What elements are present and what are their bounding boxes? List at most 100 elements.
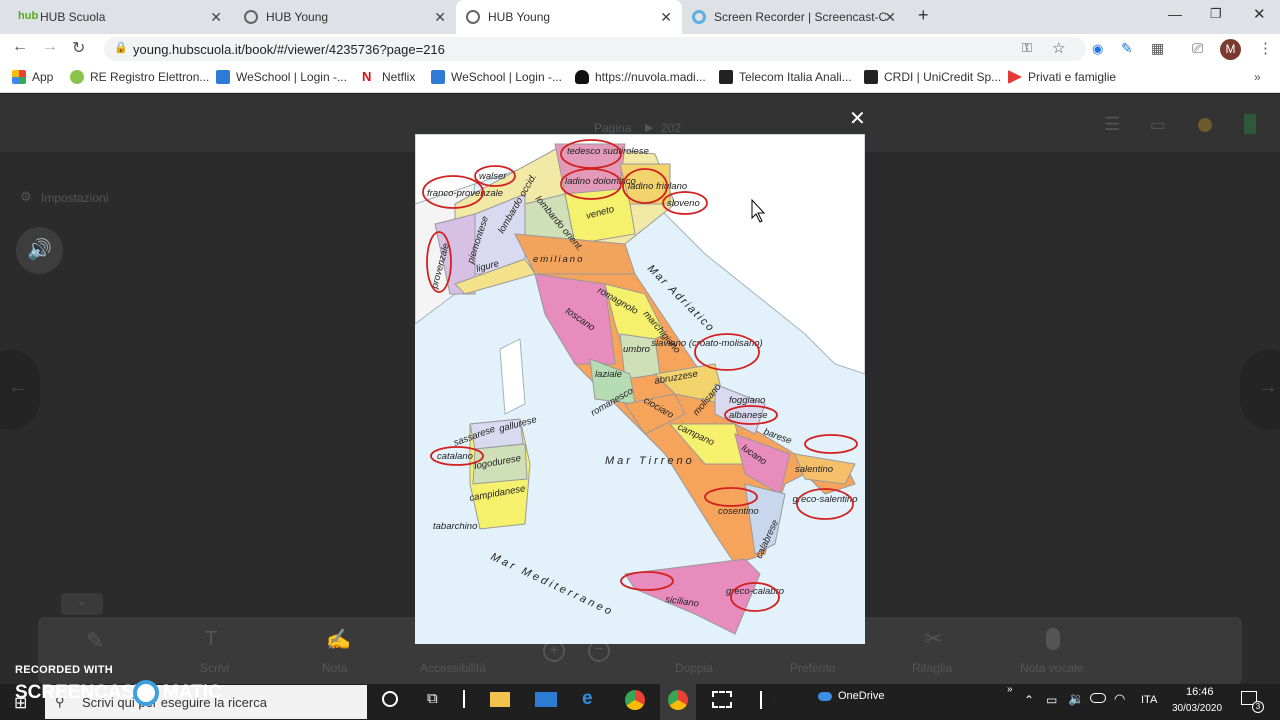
- star-icon[interactable]: ☆: [1052, 39, 1065, 57]
- chrome-active-button[interactable]: [660, 684, 696, 720]
- close-modal-icon[interactable]: ✕: [849, 106, 866, 131]
- desktop-toolbar[interactable]: Desktop: [772, 694, 816, 708]
- settings-gear-icon[interactable]: ⚙: [20, 189, 32, 205]
- close-tab-icon[interactable]: ✕: [660, 9, 672, 26]
- badge-icon[interactable]: [1198, 118, 1212, 132]
- forward-icon[interactable]: →: [42, 38, 58, 56]
- close-tab-icon[interactable]: ✕: [210, 9, 222, 26]
- mail-icon[interactable]: [535, 692, 557, 707]
- prev-page-button[interactable]: ←: [0, 350, 40, 430]
- task-view-icon[interactable]: ⧉: [427, 690, 438, 707]
- dialect-label: ladino friulano: [628, 181, 687, 192]
- internet-explorer-icon[interactable]: e: [582, 688, 593, 710]
- show-hidden-icons[interactable]: ⌃: [1024, 693, 1034, 707]
- video-icon[interactable]: ▭: [1150, 115, 1165, 135]
- restore-icon[interactable]: ❐: [1210, 6, 1222, 22]
- dialect-label: catalano: [437, 451, 473, 462]
- settings-label[interactable]: Impostazioni: [41, 191, 108, 205]
- dialect-label: laziale: [595, 369, 622, 380]
- language-indicator[interactable]: ITA: [1141, 694, 1157, 706]
- cortana-icon[interactable]: [382, 691, 398, 707]
- close-tab-icon[interactable]: ✕: [434, 9, 446, 26]
- more-bookmarks-icon[interactable]: »: [1254, 70, 1261, 84]
- bookmark-privati[interactable]: Privati e famiglie: [1008, 70, 1116, 84]
- dialect-label: greco-calabro: [726, 586, 784, 597]
- bookmark-weschool-1[interactable]: WeSchool | Login -...: [216, 70, 347, 84]
- scissors-icon[interactable]: ✂: [924, 626, 942, 652]
- extensions-icon[interactable]: ▦: [1151, 40, 1164, 57]
- chrome-icon[interactable]: [625, 690, 645, 710]
- new-tab-icon[interactable]: +: [918, 5, 929, 26]
- volume-icon[interactable]: 🔉: [1068, 691, 1084, 707]
- bookmark-netflix[interactable]: N Netflix: [362, 69, 415, 85]
- book-icon[interactable]: [1244, 114, 1256, 134]
- snip-icon[interactable]: [712, 691, 732, 708]
- netflix-icon: N: [362, 69, 372, 84]
- tab-screencast[interactable]: Screen Recorder | Screencast-O-M ✕: [682, 0, 906, 34]
- back-icon[interactable]: ←: [12, 38, 28, 56]
- sea-label-tyrrhenian: Mar Tirreno: [605, 455, 695, 467]
- bookmark-registro[interactable]: RE Registro Elettron...: [70, 70, 209, 84]
- double-page-label[interactable]: Doppia: [675, 661, 713, 675]
- clock-date[interactable]: 30/03/2020: [1172, 703, 1222, 714]
- bookmark-nuvola[interactable]: https://nuvola.madi...: [575, 70, 706, 84]
- list-icon[interactable]: ☰: [1104, 114, 1120, 135]
- write-label[interactable]: Scrivi: [200, 661, 229, 675]
- extension-icon[interactable]: ◉: [1092, 41, 1103, 57]
- bookmark-telecom[interactable]: Telecom Italia Anali...: [719, 70, 852, 84]
- url-text: young.hubscuola.it/book/#/viewer/4235736…: [133, 42, 445, 57]
- voice-note-label[interactable]: Nota vocale: [1020, 661, 1083, 675]
- dialect-label: foggiano: [729, 395, 765, 406]
- globe-icon: [244, 10, 258, 24]
- inv-icon: [719, 70, 733, 84]
- note-icon[interactable]: ✍: [326, 627, 351, 652]
- overflow-icon[interactable]: »: [1007, 684, 1013, 695]
- profile-avatar[interactable]: M: [1220, 39, 1241, 60]
- recorder-watermark-line1: RECORDED WITH: [15, 664, 114, 676]
- bookmark-apps[interactable]: App: [12, 70, 53, 84]
- onedrive-label[interactable]: OneDrive: [838, 690, 884, 702]
- tab-hub-scuola[interactable]: hub HUB Scuola ✕: [8, 0, 232, 34]
- cloud-sync-icon[interactable]: [1090, 693, 1106, 703]
- bookmark-weschool-2[interactable]: WeSchool | Login -...: [431, 70, 562, 84]
- apps-grid-icon: [12, 70, 26, 84]
- close-tab-icon[interactable]: ✕: [884, 9, 896, 26]
- bookmark-label: App: [32, 70, 54, 84]
- write-icon[interactable]: T: [205, 628, 217, 651]
- pen-extension-icon[interactable]: ✎: [1121, 40, 1133, 57]
- wifi-icon[interactable]: ◠: [1114, 691, 1125, 707]
- minimize-icon[interactable]: —: [1168, 6, 1182, 22]
- key-icon[interactable]: ⚿: [1022, 40, 1032, 56]
- bookmark-crdi[interactable]: CRDI | UniCredit Sp...: [864, 70, 1001, 84]
- file-explorer-icon[interactable]: [490, 692, 510, 707]
- recorder-watermark-line3: MATIC: [163, 682, 222, 703]
- menu-icon[interactable]: ⋮: [1258, 39, 1273, 57]
- microphone-icon[interactable]: [1046, 628, 1060, 650]
- bookmark-label: WeSchool | Login -...: [451, 70, 562, 84]
- next-page-button[interactable]: →: [1240, 350, 1280, 430]
- reload-icon[interactable]: ↻: [72, 38, 85, 58]
- dialect-map-image: Mar Adriatico Mar Tirreno Mar Mediterran…: [414, 133, 866, 644]
- address-bar[interactable]: 🔒 young.hubscuola.it/book/#/viewer/42357…: [104, 37, 1086, 61]
- tab-hub-young-active[interactable]: HUB Young ✕: [456, 0, 682, 34]
- favorite-label[interactable]: Preferito: [790, 661, 835, 675]
- dialect-label: tabarchino: [433, 521, 477, 532]
- pen-icon[interactable]: ✎: [86, 628, 110, 653]
- speaker-icon[interactable]: 🔊: [16, 227, 63, 274]
- tab-hub-young[interactable]: HUB Young ✕: [234, 0, 456, 34]
- accessibility-label[interactable]: Accessibilità: [420, 661, 486, 675]
- bookmark-label: Telecom Italia Anali...: [739, 70, 852, 84]
- screencast-icon: [692, 10, 706, 24]
- bookmark-label: WeSchool | Login -...: [236, 70, 347, 84]
- collapse-toolbar-icon[interactable]: ⌄: [61, 593, 103, 615]
- cast-icon[interactable]: ⎚: [1192, 40, 1203, 57]
- clock-time[interactable]: 16:46: [1186, 686, 1214, 698]
- dialect-label: cosentino: [718, 506, 759, 517]
- network-device-icon[interactable]: ▭: [1046, 693, 1057, 707]
- cloud-icon: [575, 70, 589, 84]
- close-window-icon[interactable]: ✕: [1253, 5, 1266, 23]
- registro-icon: [70, 70, 84, 84]
- unicredit-icon: [1008, 70, 1022, 84]
- note-label[interactable]: Nota: [322, 661, 347, 675]
- crop-label[interactable]: Ritaglia: [912, 661, 952, 675]
